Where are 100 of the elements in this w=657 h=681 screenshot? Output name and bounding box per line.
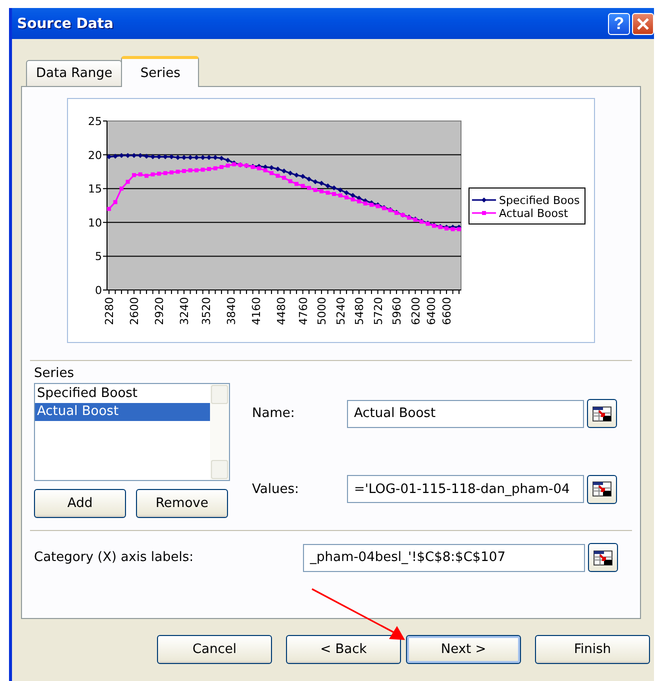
series-listbox[interactable]: Specified Boost Actual Boost: [34, 383, 230, 481]
axis-label: 6400: [424, 297, 438, 325]
collapse-dialog-icon: [592, 548, 614, 566]
point: [169, 154, 174, 160]
point: [288, 179, 292, 184]
dialog-button[interactable]: Add: [34, 489, 126, 518]
point: [294, 172, 299, 178]
dialog-button[interactable]: < Back: [286, 635, 401, 664]
point: [276, 174, 280, 178]
collapse-dialog-button[interactable]: [587, 399, 617, 428]
point: [332, 192, 336, 196]
point: [313, 188, 318, 192]
dialog-button[interactable]: Finish: [535, 635, 650, 664]
point: [226, 164, 230, 168]
axis-label: 6200: [409, 297, 422, 325]
point: [175, 155, 180, 160]
point: [306, 176, 312, 182]
list-item[interactable]: Specified Boost: [35, 385, 210, 403]
axis-label: 6600: [440, 297, 454, 325]
point: [200, 168, 205, 172]
point: [219, 156, 224, 161]
point: [106, 154, 112, 160]
point: [457, 227, 461, 232]
point: [194, 168, 198, 172]
point: [344, 195, 348, 200]
axis-label: 10: [88, 216, 102, 230]
point: [125, 153, 130, 158]
reference-field[interactable]: _pham-04besl_'!$C$8:$C$107: [303, 544, 585, 572]
collapse-dialog-icon: [591, 404, 613, 423]
axis-label: 5720: [372, 297, 385, 325]
axis-label: 25: [88, 115, 102, 128]
point: [188, 168, 192, 172]
tab[interactable]: Series: [121, 56, 200, 87]
point: [300, 184, 305, 188]
scrollbar[interactable]: [210, 384, 229, 480]
list-item[interactable]: Actual Boost: [35, 403, 210, 421]
tab[interactable]: Data Range: [26, 60, 122, 86]
point: [207, 167, 211, 171]
point: [307, 186, 311, 190]
point: [300, 174, 306, 179]
reference-field[interactable]: ='LOG-01-115-118-dan_pham-04: [347, 475, 584, 504]
dialog-button[interactable]: Cancel: [157, 635, 272, 664]
point: [156, 154, 162, 160]
point: [119, 153, 124, 158]
point: [138, 153, 143, 158]
close-button[interactable]: [632, 12, 654, 34]
legend-key-icon: [472, 198, 496, 202]
point: [144, 174, 148, 178]
field-label: Category (X) axis labels:: [34, 550, 194, 565]
point: [206, 155, 212, 160]
point: [350, 192, 356, 198]
point: [282, 176, 286, 180]
help-button[interactable]: ?: [608, 12, 630, 34]
point: [332, 185, 336, 190]
point: [338, 193, 342, 198]
point: [176, 170, 180, 174]
window-title: Source Data: [17, 16, 114, 32]
point: [282, 168, 286, 174]
point: [257, 166, 261, 170]
axis-label: 4760: [296, 297, 310, 325]
axis-label: 2920: [153, 297, 166, 325]
point: [363, 202, 368, 206]
reference-field[interactable]: Actual Boost: [347, 400, 584, 428]
point: [269, 165, 274, 170]
collapse-dialog-icon: [591, 480, 613, 498]
collapse-dialog-button[interactable]: [588, 543, 618, 572]
axis-label: 4160: [250, 297, 263, 325]
point: [344, 190, 349, 196]
close-icon: [636, 16, 650, 30]
axis-label: 3840: [224, 297, 238, 325]
point: [182, 155, 186, 160]
point: [170, 170, 174, 174]
point: [182, 169, 186, 173]
axis-label: 3240: [178, 297, 191, 325]
point: [188, 155, 193, 160]
point: [157, 172, 161, 176]
axis-label: 5480: [353, 297, 366, 325]
dialog-button[interactable]: Remove: [136, 489, 228, 518]
point: [138, 172, 142, 176]
dialog-button[interactable]: Next >: [406, 635, 521, 664]
point: [126, 180, 130, 184]
axis-label: 2600: [128, 297, 141, 325]
collapse-dialog-button[interactable]: [587, 474, 617, 504]
point: [312, 179, 318, 184]
point: [338, 188, 343, 192]
point: [163, 171, 168, 176]
legend-label: Actual Boost: [499, 207, 568, 220]
point: [270, 171, 274, 176]
point: [350, 197, 355, 202]
point: [263, 168, 268, 172]
axis-label: 5960: [390, 297, 404, 325]
point: [213, 166, 218, 170]
point: [200, 155, 206, 160]
field-label: Name:: [252, 406, 296, 422]
point: [194, 155, 199, 160]
point: [225, 158, 230, 163]
axis-label: 5240: [334, 297, 348, 325]
series-heading: Series: [34, 365, 75, 381]
point: [113, 200, 118, 204]
point: [220, 165, 224, 169]
